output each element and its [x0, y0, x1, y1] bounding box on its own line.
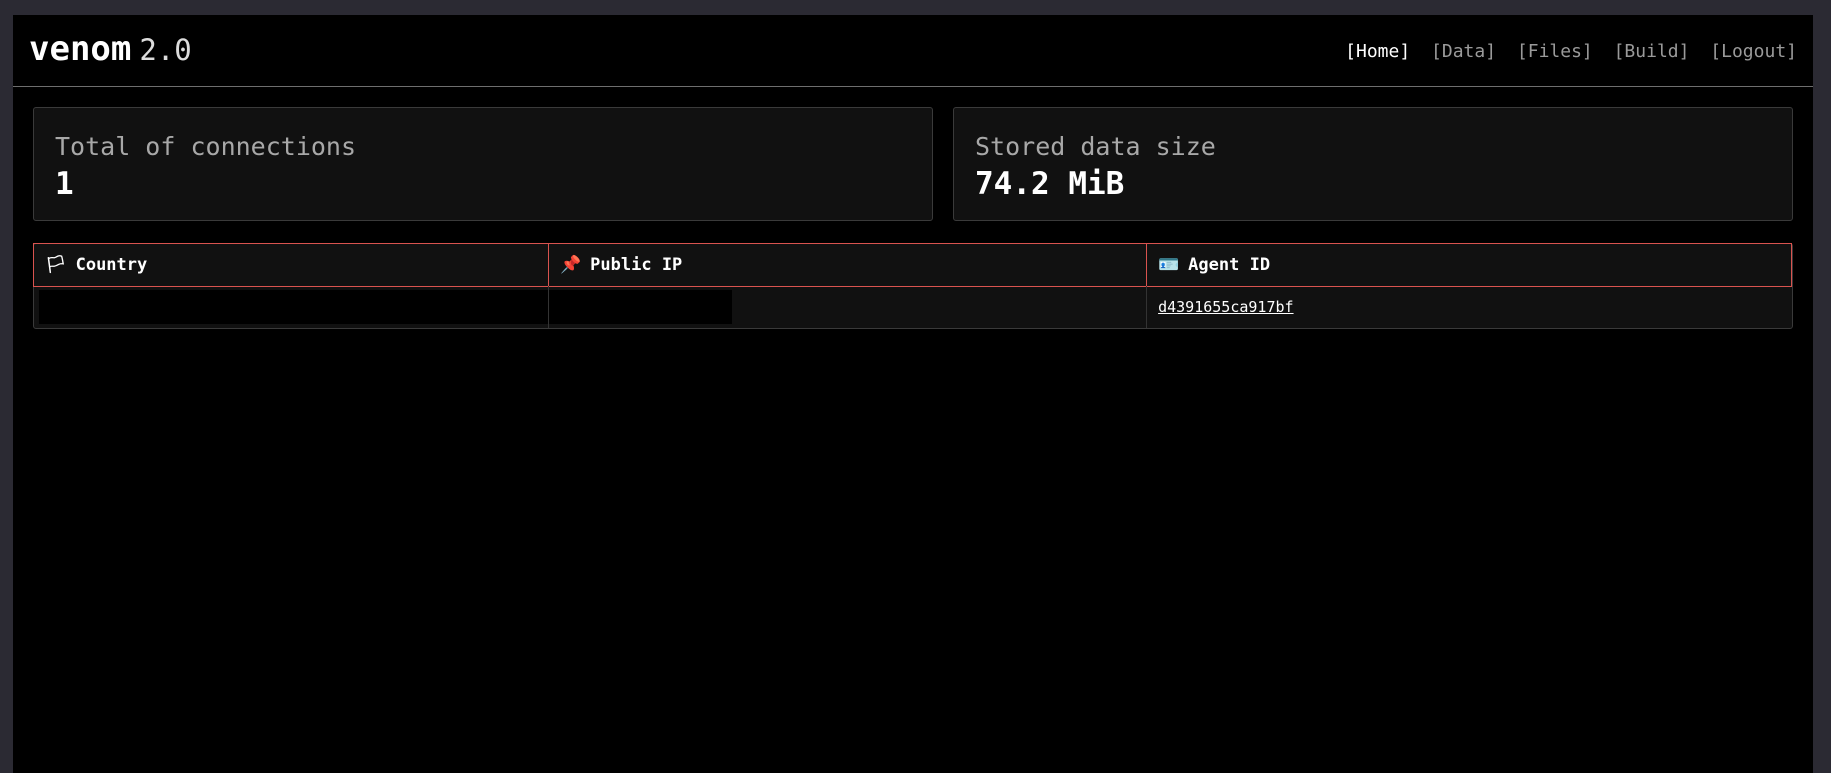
redacted-block [549, 290, 733, 324]
column-header-public-ip: 📌 Public IP [548, 243, 1147, 287]
agent-id-cell: d4391655ca917bf [1147, 286, 1792, 328]
brand-name: venom [29, 29, 132, 69]
connections-table: 🏳 Country 📌 Public IP 🪪 Agent ID d439165… [33, 243, 1793, 329]
nav-home-link[interactable]: [Home] [1345, 41, 1410, 62]
app-window: venom 2.0 [Home] [Data] [Files] [Build] [… [13, 15, 1813, 773]
pushpin-icon: 📌 [560, 255, 582, 275]
agent-id-link[interactable]: d4391655ca917bf [1158, 298, 1293, 316]
connections-stat-value: 1 [55, 166, 74, 202]
public-ip-cell [549, 286, 1148, 328]
connections-stat-label: Total of connections [55, 132, 357, 161]
flag-icon: 🏳 [45, 255, 67, 275]
column-header-label: Public IP [590, 255, 683, 275]
table-row: d4391655ca917bf [34, 286, 1792, 328]
storage-stat-card: Stored data size 74.2 MiB [953, 107, 1793, 221]
nav-data-link[interactable]: [Data] [1431, 41, 1496, 62]
nav-logout-link[interactable]: [Logout] [1710, 41, 1797, 62]
id-card-icon: 🪪 [1158, 255, 1180, 275]
main-nav: [Home] [Data] [Files] [Build] [Logout] [1335, 41, 1797, 62]
column-header-label: Agent ID [1188, 255, 1271, 275]
brand-version: 2.0 [139, 33, 192, 67]
nav-build-link[interactable]: [Build] [1614, 41, 1690, 62]
column-header-label: Country [75, 255, 148, 275]
storage-stat-value: 74.2 MiB [975, 166, 1125, 202]
country-cell [34, 286, 550, 328]
column-header-country: 🏳 Country [33, 243, 549, 287]
nav-files-link[interactable]: [Files] [1517, 41, 1593, 62]
column-header-agent-id: 🪪 Agent ID [1146, 243, 1792, 287]
storage-stat-label: Stored data size [975, 132, 1216, 161]
redacted-block [39, 290, 549, 324]
top-navbar: venom 2.0 [Home] [Data] [Files] [Build] [… [13, 15, 1813, 87]
table-header-row: 🏳 Country 📌 Public IP 🪪 Agent ID [33, 243, 1792, 287]
brand-logo: venom 2.0 [29, 29, 192, 69]
connections-stat-card: Total of connections 1 [33, 107, 933, 221]
